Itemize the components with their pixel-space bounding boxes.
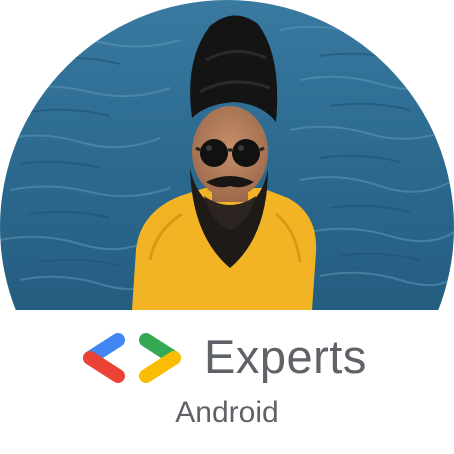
program-label: Experts [204,329,367,383]
profile-photo [0,0,454,310]
gde-logo-row: Experts [82,326,382,386]
track-label: Android [175,396,279,429]
gde-badge: Experts Android [0,0,454,454]
gde-chevron-logo-icon [83,333,181,383]
profile-photo-illustration [0,0,454,310]
